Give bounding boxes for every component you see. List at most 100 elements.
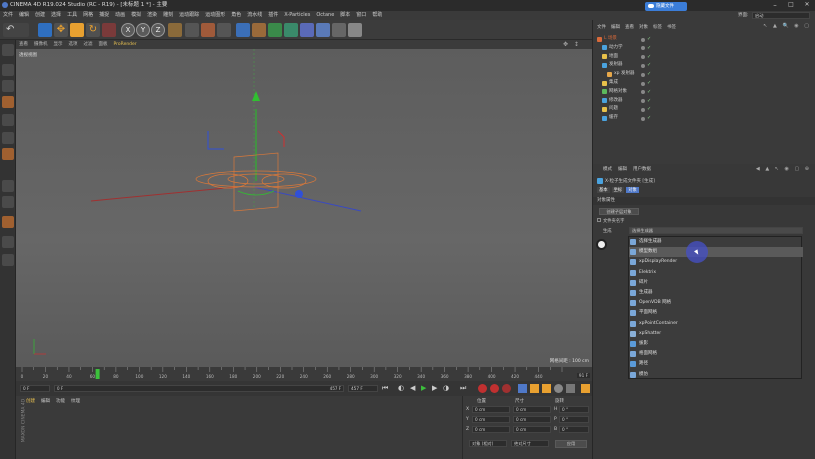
menu-item[interactable]: 文件 bbox=[0, 11, 16, 20]
select-icon[interactable] bbox=[38, 23, 52, 37]
record-button[interactable] bbox=[478, 384, 487, 393]
size-mode-dropdown[interactable]: 绝对尺寸 bbox=[511, 440, 549, 447]
checkbox-icon[interactable] bbox=[597, 218, 601, 222]
viewport-menu-item[interactable]: 摄像机 bbox=[31, 40, 51, 49]
menu-item[interactable]: 编辑 bbox=[16, 11, 32, 20]
object-row[interactable]: 修改器 ✓ bbox=[597, 97, 807, 106]
object-tab[interactable]: 查看 bbox=[625, 25, 634, 30]
visibility-dots[interactable] bbox=[641, 107, 645, 112]
object-tab[interactable]: 文件 bbox=[597, 25, 606, 30]
cube-icon[interactable] bbox=[236, 23, 250, 37]
timeline-ruler[interactable]: 0 20 40 60 80 100 120 140 160 180 200 220 240 260 280 3… bbox=[16, 367, 592, 381]
menu-item[interactable]: 模拟 bbox=[128, 11, 144, 20]
coord-rotation-field[interactable]: 0 ° bbox=[559, 416, 589, 423]
enable-check-icon[interactable]: ✓ bbox=[647, 98, 651, 104]
enable-check-icon[interactable]: ✓ bbox=[647, 45, 651, 51]
axis-mode-icon[interactable] bbox=[2, 180, 14, 192]
visibility-dots[interactable] bbox=[641, 63, 645, 68]
menu-item[interactable]: 运动跟踪 bbox=[176, 11, 202, 20]
menu-item[interactable]: Octane bbox=[313, 11, 337, 20]
playhead[interactable] bbox=[95, 369, 100, 379]
attribute-nav-icons[interactable]: ◀ ▲ ↖ ◉ ▢ ⊕ bbox=[756, 166, 811, 172]
menu-item[interactable]: 网格 bbox=[80, 11, 96, 20]
edges-mode-icon[interactable] bbox=[2, 114, 14, 126]
material-tab[interactable]: 功能 bbox=[56, 399, 65, 404]
move-icon[interactable]: ✥ bbox=[54, 23, 68, 37]
coordinate-system-icon[interactable] bbox=[168, 23, 182, 37]
viewport-menu-item[interactable]: 显示 bbox=[51, 40, 66, 49]
next-key-button[interactable]: ◑ bbox=[443, 384, 452, 393]
attribute-tab[interactable]: 编辑 bbox=[618, 167, 627, 172]
dropdown-option[interactable]: 平面网格 bbox=[629, 308, 803, 318]
dropdown-option[interactable]: OpenVDB 网格 bbox=[629, 298, 803, 308]
attribute-subtab[interactable]: 坐标 bbox=[611, 187, 625, 193]
visibility-dots[interactable] bbox=[641, 46, 645, 51]
viewport-nav-icons[interactable]: ✥ ↕ ⟲ ▢ bbox=[563, 41, 589, 55]
enable-check-icon[interactable]: ✓ bbox=[647, 62, 651, 68]
coord-position-field[interactable]: 0 cm bbox=[472, 406, 510, 413]
start-frame-field[interactable]: 0 F bbox=[20, 385, 50, 392]
dropdown-option[interactable]: 模型数组 bbox=[629, 247, 803, 258]
rotate-icon[interactable]: ↻ bbox=[86, 23, 100, 37]
object-row[interactable]: 动力学 ✓ bbox=[597, 44, 807, 53]
snap-icon[interactable] bbox=[2, 196, 14, 208]
subdivision-icon[interactable] bbox=[268, 23, 282, 37]
viewport-menu-item[interactable]: 选项 bbox=[66, 40, 81, 49]
enable-check-icon[interactable]: ✓ bbox=[647, 80, 651, 86]
menu-item[interactable]: 工具 bbox=[64, 11, 80, 20]
object-row[interactable]: L 场景 ✓ bbox=[597, 35, 807, 44]
object-row[interactable]: 集成 ✓ bbox=[597, 79, 807, 88]
render-view-icon[interactable] bbox=[185, 23, 199, 37]
menu-item[interactable]: 雕刻 bbox=[160, 11, 176, 20]
menu-item[interactable]: 角色 bbox=[228, 11, 244, 20]
make-editable-icon[interactable] bbox=[2, 44, 14, 56]
coord-position-field[interactable]: 0 cm bbox=[472, 426, 510, 433]
model-mode-icon[interactable] bbox=[2, 64, 14, 76]
attribute-subtab[interactable]: 基本 bbox=[597, 187, 610, 193]
dropdown-option[interactable]: 格面网格 bbox=[629, 349, 803, 359]
object-tab[interactable]: 标签 bbox=[653, 25, 662, 30]
recent-tool-icon[interactable] bbox=[102, 23, 116, 37]
maximize-button[interactable]: □ bbox=[783, 0, 799, 11]
object-row[interactable]: 地面 ✓ bbox=[597, 53, 807, 62]
enable-check-icon[interactable]: ✓ bbox=[647, 115, 651, 121]
object-search-icons[interactable]: ↖ ▲ 🔍 ◉ ▢ bbox=[763, 23, 811, 29]
render-picture-icon[interactable] bbox=[201, 23, 215, 37]
coord-size-field[interactable]: 0 cm bbox=[513, 426, 551, 433]
light-icon[interactable] bbox=[348, 23, 362, 37]
deformer-icon[interactable] bbox=[300, 23, 314, 37]
menu-item[interactable]: 插件 bbox=[265, 11, 281, 20]
menu-item[interactable]: 窗口 bbox=[353, 11, 369, 20]
visibility-dots[interactable] bbox=[641, 90, 645, 95]
menu-item[interactable]: 运动图形 bbox=[202, 11, 228, 20]
camera-icon[interactable] bbox=[332, 23, 346, 37]
menu-item[interactable]: 捕捉 bbox=[96, 11, 112, 20]
coord-rotation-field[interactable]: 0 ° bbox=[559, 426, 589, 433]
scale-key-icon[interactable] bbox=[530, 384, 539, 393]
coord-size-field[interactable]: 0 cm bbox=[513, 406, 551, 413]
layout-dropdown[interactable]: 启动 bbox=[752, 12, 810, 19]
pla-key-icon[interactable] bbox=[566, 384, 575, 393]
coord-size-field[interactable]: 0 cm bbox=[513, 416, 551, 423]
perspective-viewport[interactable]: 透视视图 网格间距 : 100 cm bbox=[16, 49, 592, 367]
attribute-tab[interactable]: 用户数据 bbox=[633, 167, 651, 172]
menu-item[interactable]: 创建 bbox=[32, 11, 48, 20]
generator-dropdown[interactable]: 选择生成器 bbox=[629, 227, 803, 234]
menu-item[interactable]: 脚本 bbox=[337, 11, 353, 20]
dropdown-option[interactable]: 模仿 bbox=[629, 370, 803, 380]
polygons-mode-icon[interactable] bbox=[2, 132, 14, 144]
y-axis-lock[interactable]: Y bbox=[136, 23, 150, 37]
menu-item[interactable]: 渲染 bbox=[144, 11, 160, 20]
enable-check-icon[interactable]: ✓ bbox=[647, 106, 651, 112]
coord-mode-dropdown[interactable]: 对象 (相对) bbox=[469, 440, 507, 447]
floor-icon[interactable] bbox=[316, 23, 330, 37]
step-back-button[interactable]: ◀ bbox=[410, 384, 419, 393]
menu-item[interactable]: X-Particles bbox=[281, 11, 313, 20]
visibility-dots[interactable] bbox=[641, 81, 645, 86]
menu-item[interactable]: 帮助 bbox=[369, 11, 385, 20]
visibility-dots[interactable] bbox=[641, 37, 645, 42]
points-mode-icon[interactable] bbox=[2, 96, 14, 108]
go-to-start-button[interactable]: ⏮ bbox=[382, 384, 391, 393]
minimize-button[interactable]: – bbox=[767, 0, 783, 11]
param-key-icon[interactable] bbox=[554, 384, 563, 393]
